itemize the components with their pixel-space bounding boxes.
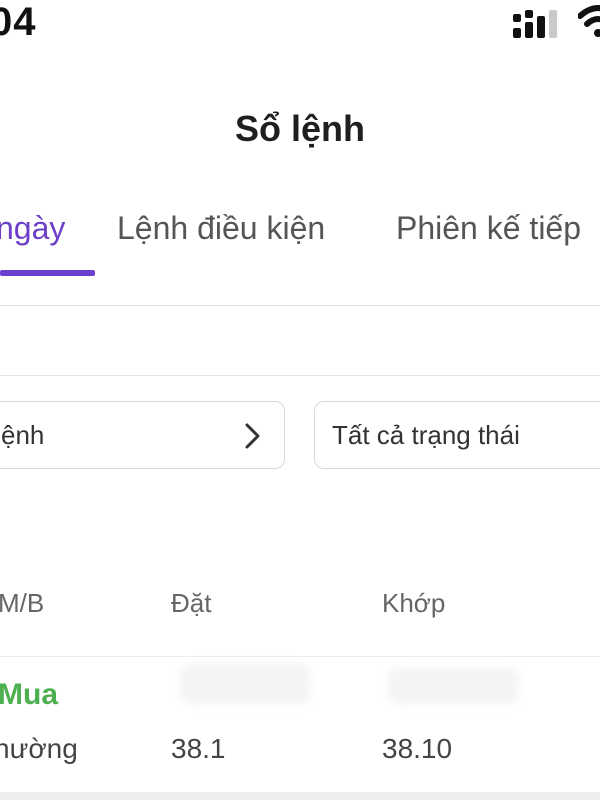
status-filter-label: Tất cả trạng thái [332, 420, 520, 450]
chevron-right-icon [245, 423, 260, 449]
divider [0, 305, 600, 306]
column-header-matched: Khớp [382, 588, 446, 618]
divider [0, 375, 600, 376]
order-side[interactable]: Mua [0, 678, 58, 712]
tab-conditional-orders[interactable]: Lệnh điều kiện [117, 210, 325, 247]
order-type-filter[interactable]: ệnh [0, 401, 285, 469]
active-tab-indicator [0, 270, 95, 276]
column-header-side: M/B [0, 588, 45, 618]
blurred-content [180, 664, 310, 704]
cellular-signal-icon [513, 10, 557, 38]
wifi-icon [578, 5, 600, 37]
blurred-content [388, 668, 518, 704]
status-time: 04 [0, 0, 37, 44]
tab-next-session[interactable]: Phiên kế tiếp [396, 210, 581, 247]
order-type-filter-label: ệnh [1, 420, 45, 450]
placed-price: 38.1 [171, 733, 226, 764]
status-filter[interactable]: Tất cả trạng thái [314, 401, 600, 469]
order-type-value: hường [0, 733, 78, 764]
bottom-separator [0, 792, 600, 800]
page-title: Sổ lệnh [234, 108, 365, 149]
matched-price: 38.10 [382, 733, 453, 764]
tab-today[interactable]: ngày [0, 210, 65, 247]
divider [0, 656, 600, 657]
column-header-placed: Đặt [171, 588, 212, 618]
